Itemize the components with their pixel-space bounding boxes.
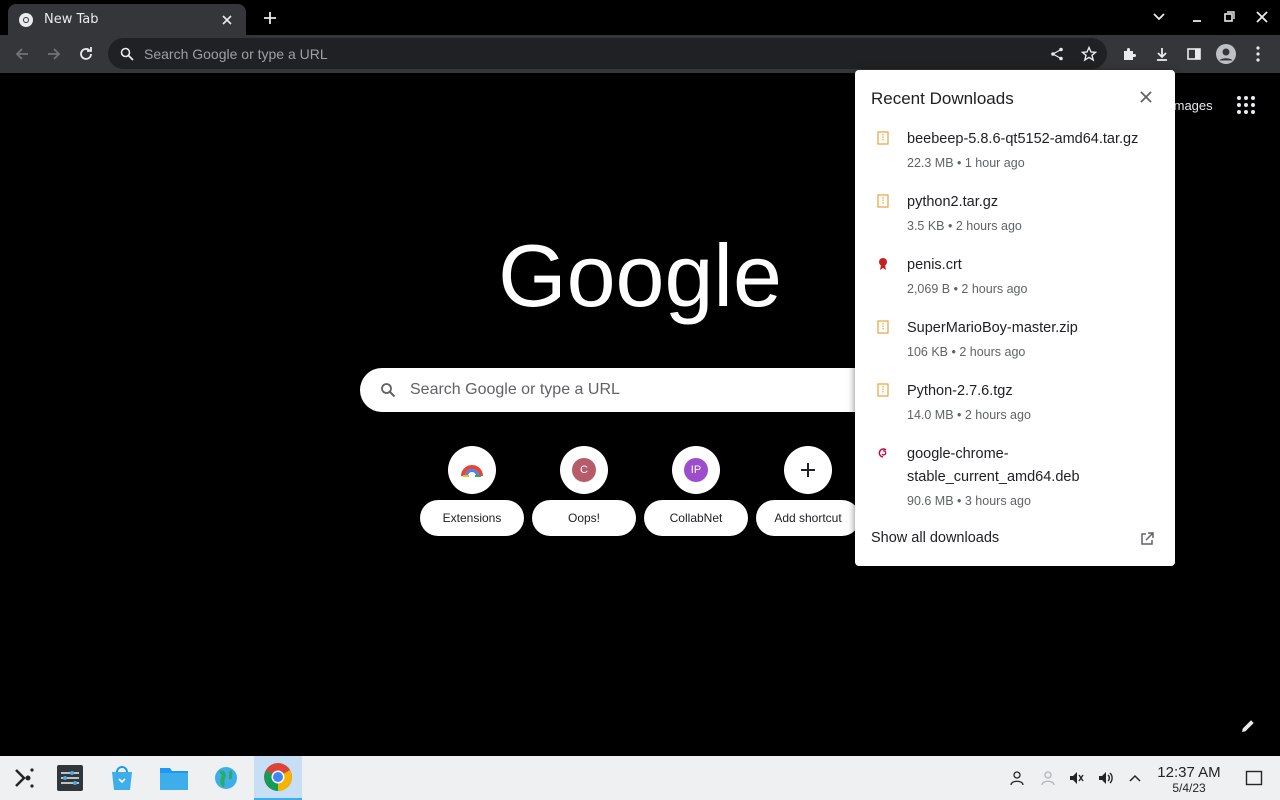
microphone-muted-icon[interactable] xyxy=(1066,768,1086,788)
download-meta: 14.0 MB • 2 hours ago xyxy=(907,408,1031,422)
network-disabled-icon[interactable] xyxy=(1038,768,1058,788)
shortcut-oops[interactable]: C Oops! xyxy=(532,446,636,536)
extensions-puzzle-icon[interactable] xyxy=(1116,40,1144,68)
shortcut-label: Extensions xyxy=(420,500,524,536)
download-filename-line1: google-chrome- xyxy=(907,446,1009,462)
show-desktop-icon[interactable] xyxy=(1244,768,1264,788)
download-item[interactable]: google-chrome- stable_current_amd64.deb … xyxy=(855,443,1175,519)
side-panel-icon[interactable] xyxy=(1180,40,1208,68)
chrome-favicon-icon xyxy=(19,12,33,27)
archive-icon xyxy=(875,382,891,398)
download-item[interactable]: python2.tar.gz 3.5 KB • 2 hours ago xyxy=(855,191,1175,243)
downloads-bubble: Recent Downloads beebeep-5.8.6-qt5152-am… xyxy=(855,70,1175,566)
discover-store-icon[interactable] xyxy=(98,756,146,800)
download-item[interactable]: SuperMarioBoy-master.zip 106 KB • 2 hour… xyxy=(855,317,1175,369)
minimize-icon[interactable] xyxy=(1185,6,1209,28)
download-filename: Python-2.7.6.tgz xyxy=(907,383,1013,399)
tab-close-icon[interactable] xyxy=(218,11,236,29)
google-apps-icon[interactable] xyxy=(1236,95,1256,115)
tab-search-icon[interactable] xyxy=(1147,6,1171,28)
tab-new-tab[interactable]: New Tab xyxy=(8,4,246,35)
certificate-icon xyxy=(875,256,891,272)
open-external-icon[interactable] xyxy=(1139,531,1155,547)
shortcut-label: Oops! xyxy=(532,500,636,536)
profile-avatar-icon[interactable] xyxy=(1212,40,1240,68)
tab-strip: New Tab xyxy=(0,0,1280,35)
download-meta: 106 KB • 2 hours ago xyxy=(907,345,1026,359)
debian-icon xyxy=(875,445,891,461)
close-window-icon[interactable] xyxy=(1250,6,1274,28)
images-link[interactable]: Images xyxy=(1170,98,1213,113)
download-meta: 2,069 B • 2 hours ago xyxy=(907,282,1028,296)
download-filename-line2: stable_current_amd64.deb xyxy=(907,469,1080,485)
chrome-taskbar-icon[interactable] xyxy=(254,756,302,800)
taskbar-clock[interactable]: 12:37 AM 5/4/23 xyxy=(1153,764,1225,795)
ntp-search-box[interactable]: Search Google or type a URL xyxy=(360,368,920,412)
omnibox-placeholder: Search Google or type a URL xyxy=(144,45,328,62)
search-icon xyxy=(381,383,396,398)
shortcut-extensions[interactable]: Extensions xyxy=(420,446,524,536)
download-filename: beebeep-5.8.6-qt5152-amd64.tar.gz xyxy=(907,131,1139,147)
download-filename: python2.tar.gz xyxy=(907,194,999,210)
close-icon[interactable] xyxy=(1136,87,1156,107)
chrome-extensions-icon xyxy=(461,465,483,477)
download-filename: penis.crt xyxy=(907,257,962,273)
download-meta: 22.3 MB • 1 hour ago xyxy=(907,156,1025,170)
omnibox[interactable]: Search Google or type a URL xyxy=(108,38,1107,69)
system-settings-icon[interactable] xyxy=(46,756,94,800)
volume-icon[interactable] xyxy=(1096,768,1116,788)
new-tab-button[interactable] xyxy=(259,7,281,29)
shortcut-collabnet[interactable]: IP CollabNet xyxy=(644,446,748,536)
clock-date: 5/4/23 xyxy=(1172,781,1206,795)
shortcut-icon-circle: C xyxy=(560,446,608,494)
file-manager-icon[interactable] xyxy=(150,756,198,800)
user-switch-icon[interactable] xyxy=(1007,768,1027,788)
downloads-icon[interactable] xyxy=(1148,40,1176,68)
download-item[interactable]: Python-2.7.6.tgz 14.0 MB • 2 hours ago xyxy=(855,380,1175,432)
clock-time: 12:37 AM xyxy=(1157,764,1221,781)
ntp-search-placeholder: Search Google or type a URL xyxy=(410,381,620,398)
letter-avatar: IP xyxy=(684,458,708,482)
shortcut-icon-circle xyxy=(784,446,832,494)
letter-avatar: C xyxy=(572,458,596,482)
taskbar: 12:37 AM 5/4/23 xyxy=(0,756,1280,800)
google-logo-text: Google xyxy=(500,228,780,325)
forward-button[interactable] xyxy=(40,40,68,68)
restore-icon[interactable] xyxy=(1217,6,1241,28)
shortcut-label: CollabNet xyxy=(644,500,748,536)
download-meta: 90.6 MB • 3 hours ago xyxy=(907,494,1031,508)
archive-icon xyxy=(875,130,891,146)
tab-title: New Tab xyxy=(44,12,99,27)
downloads-title: Recent Downloads xyxy=(871,89,1014,108)
back-button[interactable] xyxy=(8,40,36,68)
shortcut-label: Add shortcut xyxy=(756,500,860,536)
bookmark-star-icon[interactable] xyxy=(1078,44,1100,64)
download-filename: SuperMarioBoy-master.zip xyxy=(907,320,1078,336)
archive-icon xyxy=(875,193,891,209)
shortcut-icon-circle: IP xyxy=(672,446,720,494)
app-launcher-icon[interactable] xyxy=(0,756,48,800)
download-item[interactable]: penis.crt 2,069 B • 2 hours ago xyxy=(855,254,1175,306)
share-icon[interactable] xyxy=(1046,44,1068,64)
customize-pencil-icon[interactable] xyxy=(1238,716,1258,736)
google-logo: Google xyxy=(500,228,780,325)
shortcut-add[interactable]: Add shortcut xyxy=(756,446,860,536)
show-all-downloads-link[interactable]: Show all downloads xyxy=(871,530,999,546)
archive-icon xyxy=(875,319,891,335)
shortcut-icon-circle xyxy=(448,446,496,494)
browser-toolbar: Search Google or type a URL xyxy=(0,35,1280,73)
plus-icon xyxy=(801,463,815,477)
reload-button[interactable] xyxy=(72,40,100,68)
tray-expand-chevron-icon[interactable] xyxy=(1125,768,1145,788)
kebab-menu-icon[interactable] xyxy=(1244,40,1272,68)
download-meta: 3.5 KB • 2 hours ago xyxy=(907,219,1022,233)
download-item[interactable]: beebeep-5.8.6-qt5152-amd64.tar.gz 22.3 M… xyxy=(855,128,1175,180)
web-browser-globe-icon[interactable] xyxy=(202,756,250,800)
search-icon xyxy=(120,47,134,61)
